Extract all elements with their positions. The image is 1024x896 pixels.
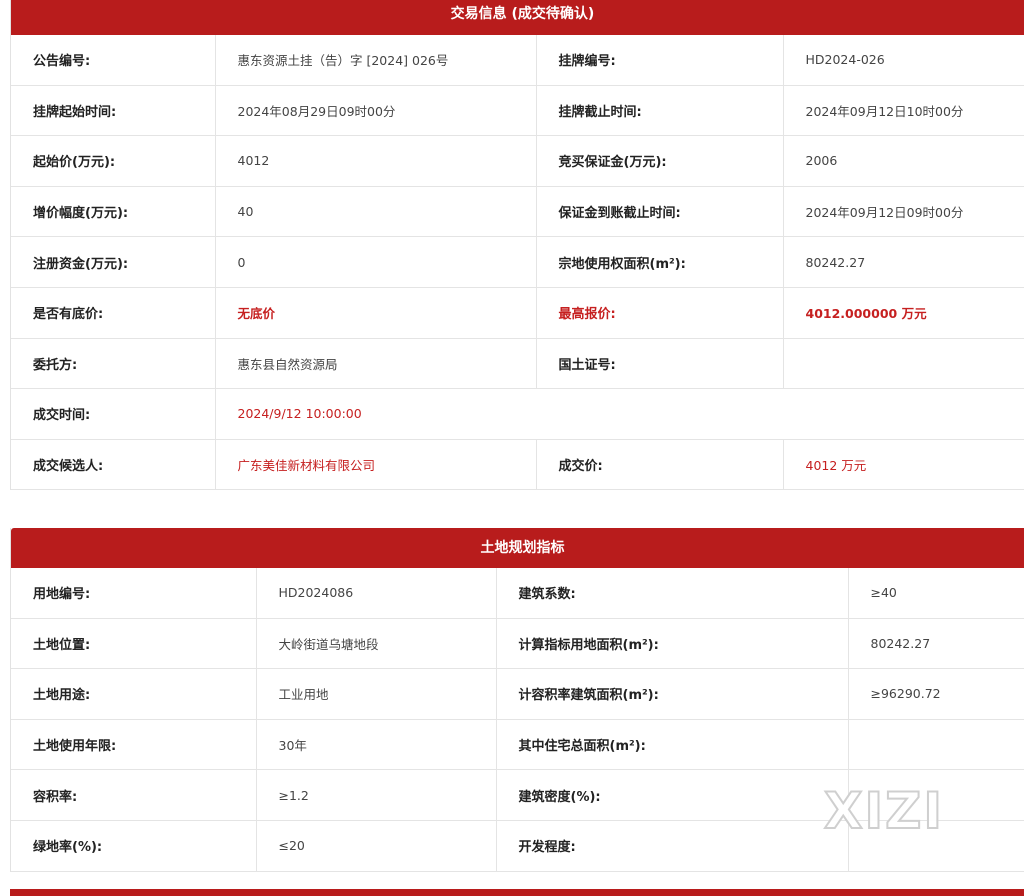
registered-capital-value: 0 [215,236,537,288]
calc-area-value: 80242.27 [848,618,1024,670]
deal-time-label: 成交时间: [11,388,216,440]
table-row: 成交候选人: 广东美佳新材料有限公司 成交价: 4012 万元 [11,439,1024,491]
table-row: 公告编号: 惠东资源土挂（告）字 [2024] 026号 挂牌编号: HD202… [11,35,1024,86]
green-rate-value: ≤20 [256,820,497,872]
land-location-value: 大岭街道乌塘地段 [256,618,497,670]
deposit-deadline-label: 保证金到账截止时间: [536,186,784,238]
start-price-value: 4012 [215,135,537,187]
table-row: 是否有底价: 无底价 最高报价: 4012.000000 万元 [11,287,1024,339]
development-level-label: 开发程度: [496,820,849,872]
table-row: 挂牌起始时间: 2024年08月29日09时00分 挂牌截止时间: 2024年0… [11,85,1024,137]
land-term-label: 土地使用年限: [11,719,257,771]
table-row: 用地编号: HD2024086 建筑系数: ≥40 [11,568,1024,619]
trade-info-panel: 交易信息 (成交待确认) 公告编号: 惠东资源土挂（告）字 [2024] 026… [10,0,1024,491]
table-row: 土地位置: 大岭街道乌塘地段 计算指标用地面积(m²): 80242.27 [11,618,1024,670]
trade-info-header: 交易信息 (成交待确认) [11,0,1024,35]
table-row: 增价幅度(万元): 40 保证金到账截止时间: 2024年09月12日09时00… [11,186,1024,238]
far-building-area-label: 计容积率建筑面积(m²): [496,668,849,720]
residential-area-label: 其中住宅总面积(m²): [496,719,849,771]
listing-no-label: 挂牌编号: [536,35,784,86]
table-row: 成交时间: 2024/9/12 10:00:00 [11,388,1024,440]
parcel-area-label: 宗地使用权面积(m²): [536,236,784,288]
table-row: 注册资金(万元): 0 宗地使用权面积(m²): 80242.27 [11,236,1024,288]
land-cert-value [783,338,1024,390]
land-cert-label: 国土证号: [536,338,784,390]
next-panel-header [10,889,1024,896]
listing-end-label: 挂牌截止时间: [536,85,784,137]
deposit-deadline-value: 2024年09月12日09时00分 [783,186,1024,238]
highest-bid-value: 4012.000000 万元 [783,287,1024,339]
land-planning-header: 土地规划指标 [11,528,1024,568]
listing-start-label: 挂牌起始时间: [11,85,216,137]
watermark: XIZI [823,781,945,841]
increment-value: 40 [215,186,537,238]
land-use-label: 土地用途: [11,668,257,720]
announcement-no-label: 公告编号: [11,35,216,86]
building-density-label: 建筑密度(%): [496,769,849,821]
start-price-label: 起始价(万元): [11,135,216,187]
residential-area-value [848,719,1024,771]
reserve-price-value: 无底价 [215,287,537,339]
listing-end-value: 2024年09月12日10时00分 [783,85,1024,137]
highest-bid-label: 最高报价: [536,287,784,339]
deal-price-label: 成交价: [536,439,784,491]
green-rate-label: 绿地率(%): [11,820,257,872]
far-label: 容积率: [11,769,257,821]
listing-no-value: HD2024-026 [783,35,1024,86]
table-row: 起始价(万元): 4012 竞买保证金(万元): 2006 [11,135,1024,187]
land-use-value: 工业用地 [256,668,497,720]
trade-info-table: 公告编号: 惠东资源土挂（告）字 [2024] 026号 挂牌编号: HD202… [11,35,1024,491]
increment-label: 增价幅度(万元): [11,186,216,238]
building-coefficient-value: ≥40 [848,568,1024,619]
deposit-label: 竞买保证金(万元): [536,135,784,187]
parcel-area-value: 80242.27 [783,236,1024,288]
deal-candidate-value[interactable]: 广东美佳新材料有限公司 [215,439,537,491]
land-no-label: 用地编号: [11,568,257,619]
building-coefficient-label: 建筑系数: [496,568,849,619]
land-location-label: 土地位置: [11,618,257,670]
land-term-value: 30年 [256,719,497,771]
deposit-value: 2006 [783,135,1024,187]
client-value: 惠东县自然资源局 [215,338,537,390]
reserve-price-label: 是否有底价: [11,287,216,339]
registered-capital-label: 注册资金(万元): [11,236,216,288]
far-value: ≥1.2 [256,769,497,821]
table-row: 委托方: 惠东县自然资源局 国土证号: [11,338,1024,390]
table-row: 土地用途: 工业用地 计容积率建筑面积(m²): ≥96290.72 [11,668,1024,720]
land-no-value: HD2024086 [256,568,497,619]
far-building-area-value: ≥96290.72 [848,668,1024,720]
client-label: 委托方: [11,338,216,390]
announcement-no-value: 惠东资源土挂（告）字 [2024] 026号 [215,35,537,86]
deal-time-value: 2024/9/12 10:00:00 [215,388,1024,440]
table-row: 土地使用年限: 30年 其中住宅总面积(m²): [11,719,1024,771]
deal-price-value: 4012 万元 [783,439,1024,491]
deal-candidate-label: 成交候选人: [11,439,216,491]
listing-start-value: 2024年08月29日09时00分 [215,85,537,137]
calc-area-label: 计算指标用地面积(m²): [496,618,849,670]
